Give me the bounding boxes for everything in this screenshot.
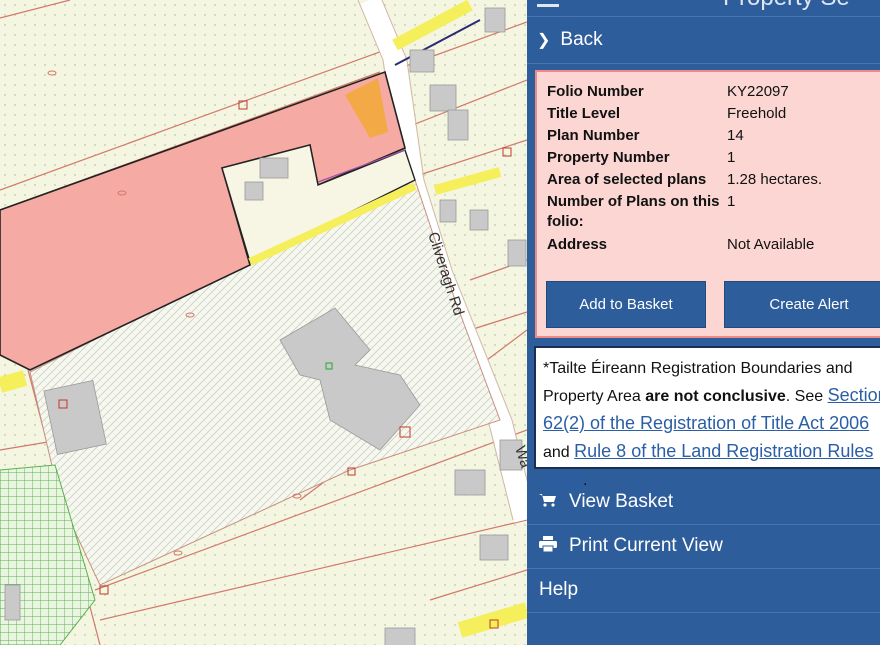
- print-view-label: Print Current View: [569, 535, 723, 556]
- info-row-title-level: Title Level Freehold: [547, 104, 822, 126]
- info-row-property-number: Property Number 1: [547, 148, 822, 170]
- info-value: Freehold: [727, 105, 787, 122]
- back-label: Back: [560, 29, 603, 50]
- view-basket-label: View Basket: [569, 491, 674, 512]
- print-view-button[interactable]: Print Current View: [527, 524, 880, 569]
- map-canvas[interactable]: Cliveragh Rd Wa: [0, 0, 527, 645]
- view-basket-button[interactable]: View Basket: [527, 480, 880, 525]
- info-key: Property Number: [547, 149, 670, 166]
- menu-icon[interactable]: [537, 0, 559, 7]
- help-button[interactable]: Help: [527, 568, 880, 613]
- printer-icon: [539, 535, 559, 557]
- create-alert-button[interactable]: Create Alert: [724, 281, 880, 328]
- info-key: Folio Number: [547, 83, 644, 100]
- info-value: 14: [727, 127, 744, 144]
- folio-info-table: Folio Number KY22097 Title Level Freehol…: [547, 82, 822, 257]
- panel-title: Property Se: [723, 0, 850, 12]
- info-key: Title Level: [547, 105, 621, 122]
- info-key: Number of Plans on this folio:: [547, 193, 720, 230]
- info-value: 1: [727, 193, 736, 210]
- yellow-strip-3: [0, 370, 28, 393]
- chevron-right-icon: ❯: [537, 32, 551, 49]
- back-button[interactable]: ❯ Back: [527, 16, 880, 64]
- info-row-plans-count: Number of Plans on this folio: 1: [547, 192, 822, 235]
- disclaimer-bold: are not conclusive: [645, 388, 786, 405]
- info-key: Plan Number: [547, 127, 640, 144]
- property-search-panel: Property Se ❯ Back Folio Number KY22097 …: [527, 0, 880, 645]
- disclaimer-and: and: [543, 444, 570, 461]
- info-value: KY22097: [727, 83, 789, 100]
- info-row-folio: Folio Number KY22097: [547, 82, 822, 104]
- info-row-address: Address Not Available: [547, 235, 822, 257]
- info-value: Not Available: [727, 236, 815, 253]
- info-value: 1: [727, 149, 736, 166]
- disclaimer-box: *Tailte Éireann Registration Boundaries …: [534, 346, 880, 489]
- cart-icon: [539, 492, 559, 513]
- map-view[interactable]: Cliveragh Rd Wa: [0, 0, 527, 645]
- folio-info-card: Folio Number KY22097 Title Level Freehol…: [535, 70, 880, 338]
- info-row-plan-number: Plan Number 14: [547, 126, 822, 148]
- info-value: 1.28 hectares.: [727, 171, 823, 188]
- disclaimer-see: . See: [785, 388, 824, 405]
- info-key: Address: [547, 236, 608, 253]
- help-label: Help: [539, 579, 579, 600]
- info-key: Area of selected plans: [547, 171, 707, 188]
- add-to-basket-button[interactable]: Add to Basket: [546, 281, 706, 328]
- info-row-area: Area of selected plans 1.28 hectares.: [547, 170, 822, 192]
